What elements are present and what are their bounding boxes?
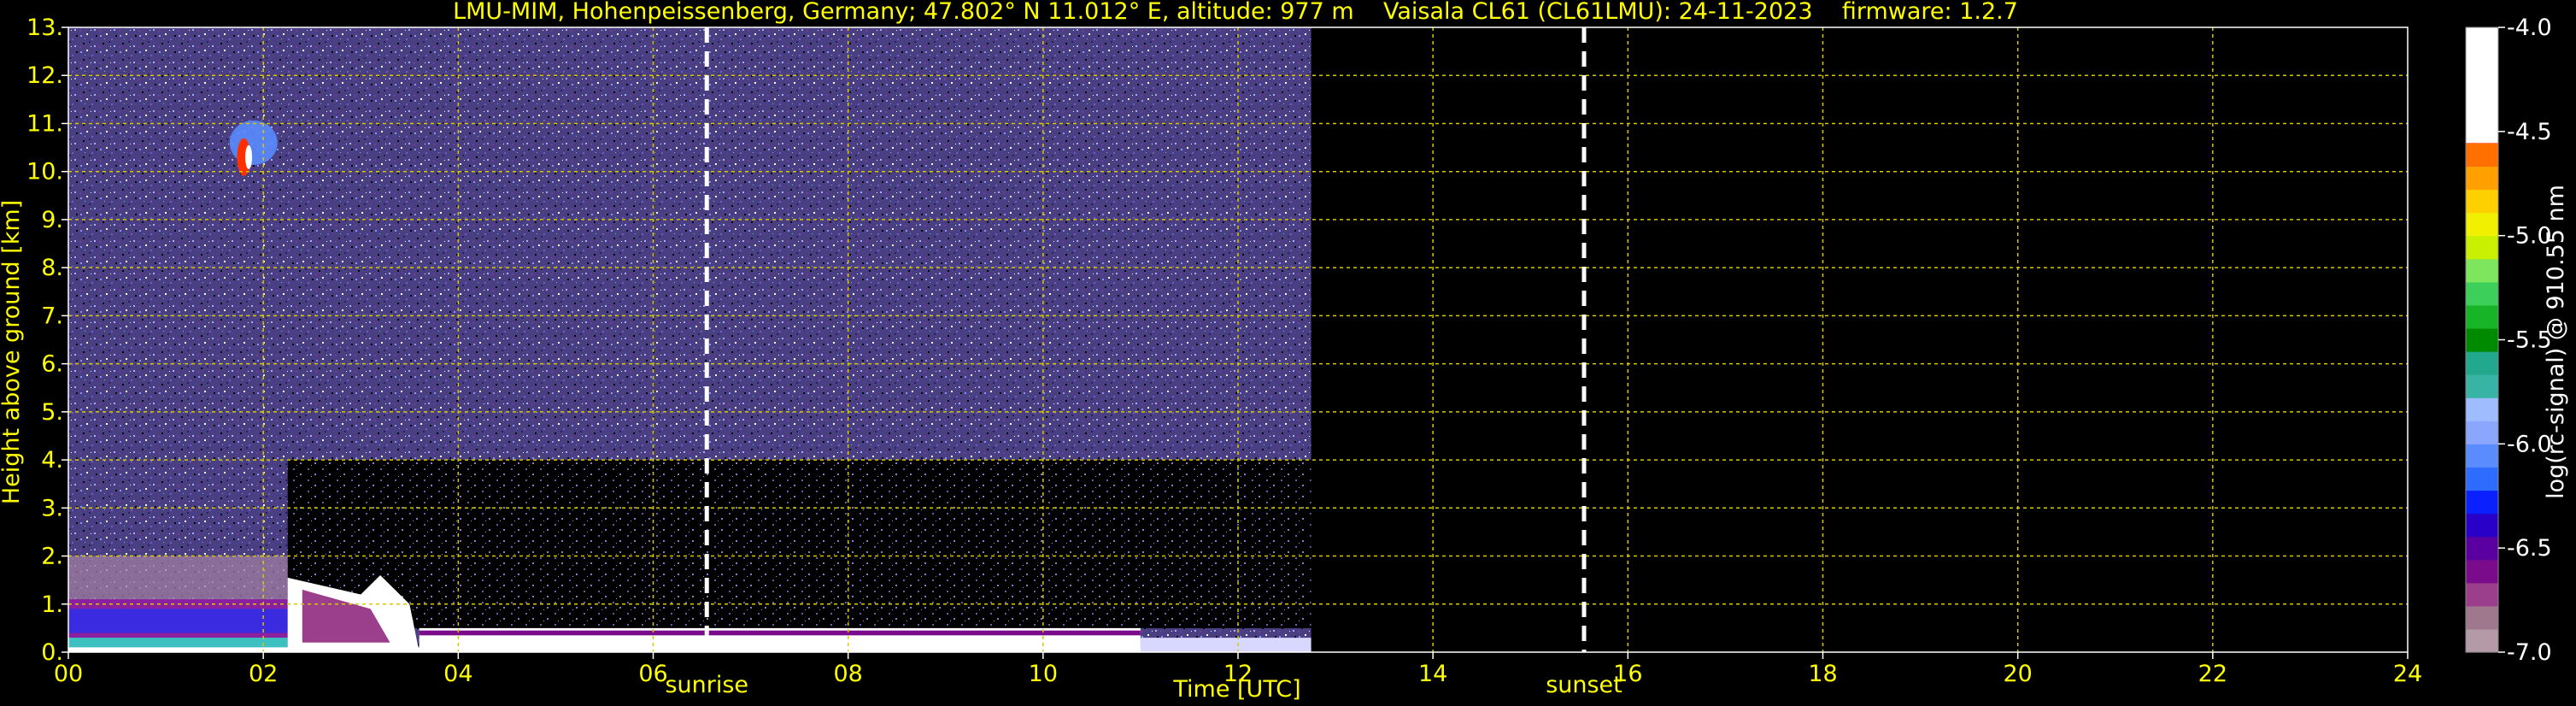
y-tick-label: 7. bbox=[41, 303, 63, 329]
colorbar-segment bbox=[2466, 467, 2498, 491]
colorbar-tick-label: -4.5 bbox=[2507, 119, 2552, 145]
colorbar-segment bbox=[2466, 397, 2498, 421]
y-tick-label: 0. bbox=[41, 639, 63, 666]
x-tick-label: 22 bbox=[2198, 661, 2227, 687]
colorbar-segment bbox=[2466, 536, 2498, 561]
colorbar-tick-label: -6.5 bbox=[2507, 535, 2552, 562]
y-tick-label: 13. bbox=[26, 15, 63, 41]
y-tick-label: 12. bbox=[26, 62, 63, 89]
y-tick-label: 9. bbox=[41, 207, 63, 233]
colorbar-segment bbox=[2466, 235, 2498, 260]
colorbar-label: log(rc-signal) @ 910.55 nm bbox=[2543, 185, 2569, 499]
y-tick-label: 8. bbox=[41, 255, 63, 281]
x-tick-label: 08 bbox=[833, 661, 862, 687]
x-tick-label: 18 bbox=[1808, 661, 1837, 687]
colorbar-segment bbox=[2466, 628, 2498, 653]
y-tick-label: 10. bbox=[26, 159, 63, 185]
colorbar-segment bbox=[2466, 212, 2498, 237]
marker-label-sunset: sunset bbox=[1546, 672, 1622, 698]
y-tick-label: 1. bbox=[41, 591, 63, 618]
y-tick-label: 11. bbox=[26, 110, 63, 137]
x-tick-label: 24 bbox=[2393, 661, 2422, 687]
ceilometer-chart: sunrise sunset 00 02 04 06 08 10 12 14 16 18 20 22 24… bbox=[0, 0, 2569, 703]
colorbar: -4.0-4.5-5.0-5.5-6.0-6.5-7.0 bbox=[2465, 15, 2552, 666]
colorbar-segment bbox=[2466, 582, 2498, 607]
colorbar-tick-label: -7.0 bbox=[2507, 639, 2552, 666]
low-signal-field bbox=[287, 460, 1311, 628]
colorbar-segment bbox=[2466, 559, 2498, 584]
x-tick-label: 06 bbox=[638, 661, 667, 687]
colorbar-segment bbox=[2466, 374, 2498, 398]
x-axis-label: Time [UTC] bbox=[1172, 676, 1300, 703]
surface-layer bbox=[68, 638, 288, 648]
chart-title: LMU-MIM, Hohenpeissenberg, Germany; 47.8… bbox=[453, 0, 2018, 25]
x-tick-label: 16 bbox=[1613, 661, 1642, 687]
marker-label-sunrise: sunrise bbox=[665, 672, 748, 698]
y-tick-label: 5. bbox=[41, 399, 63, 426]
colorbar-tick-label: -4.0 bbox=[2507, 15, 2552, 41]
y-tick-label: 2. bbox=[41, 544, 63, 570]
x-tick-label: 10 bbox=[1029, 661, 1058, 687]
cirrus-peak bbox=[245, 144, 253, 169]
colorbar-segment bbox=[2466, 143, 2498, 168]
y-axis-label: Height above ground [km] bbox=[0, 200, 25, 504]
x-tick-label: 02 bbox=[249, 661, 278, 687]
x-tick-label: 14 bbox=[1418, 661, 1447, 687]
plot-area bbox=[68, 27, 2408, 652]
boundary-layer-core bbox=[68, 609, 288, 633]
y-tick-label: 3. bbox=[41, 495, 63, 521]
y-tick-label: 4. bbox=[41, 447, 63, 474]
colorbar-segment bbox=[2466, 304, 2498, 329]
colorbar-segment bbox=[2466, 327, 2498, 352]
colorbar-segment bbox=[2466, 421, 2498, 444]
x-tick-label: 20 bbox=[2003, 661, 2032, 687]
colorbar-segment bbox=[2466, 605, 2498, 630]
colorbar-segment bbox=[2466, 166, 2498, 191]
colorbar-segment bbox=[2466, 444, 2498, 468]
fog-top bbox=[419, 630, 1141, 636]
colorbar-segment bbox=[2466, 27, 2498, 144]
x-tick-label: 04 bbox=[443, 661, 472, 687]
colorbar-segment bbox=[2466, 189, 2498, 214]
colorbar-segment bbox=[2466, 258, 2498, 283]
colorbar-segment bbox=[2466, 513, 2498, 538]
cirrus-cloud bbox=[229, 120, 278, 165]
colorbar-segment bbox=[2466, 281, 2498, 306]
colorbar-segment bbox=[2466, 490, 2498, 515]
colorbar-segment bbox=[2466, 351, 2498, 375]
late-aerosol bbox=[1140, 638, 1311, 652]
y-tick-label: 6. bbox=[41, 351, 63, 378]
